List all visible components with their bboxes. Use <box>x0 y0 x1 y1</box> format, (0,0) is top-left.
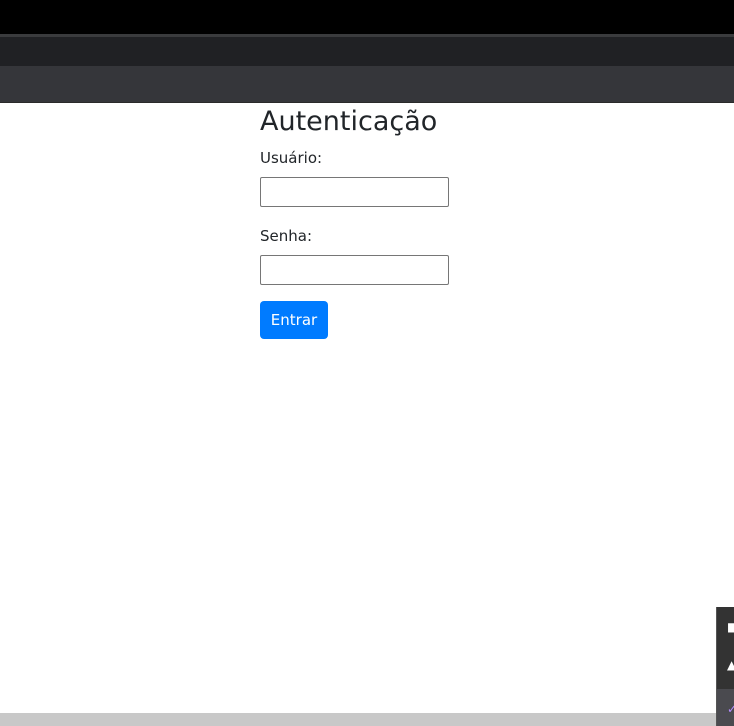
window-bottom-bar <box>0 713 734 726</box>
browser-toolbar <box>0 66 734 103</box>
password-label: Senha: <box>260 227 313 245</box>
page-title: Autenticação <box>260 106 438 137</box>
username-input[interactable] <box>260 177 449 207</box>
monitor-icon[interactable]: ■ <box>727 621 734 633</box>
feather-icon[interactable]: ✓ <box>727 703 734 715</box>
browser-tab-strip <box>0 37 734 66</box>
password-input[interactable] <box>260 255 449 285</box>
login-button[interactable]: Entrar <box>260 301 328 339</box>
page-content: Autenticação Usuário: Senha: Entrar <box>0 103 734 713</box>
side-panel: ■ ▲ ✓ <box>716 607 734 726</box>
shield-icon[interactable]: ▲ <box>727 659 734 671</box>
window-top-bar <box>0 0 734 34</box>
username-label: Usuário: <box>260 149 323 167</box>
